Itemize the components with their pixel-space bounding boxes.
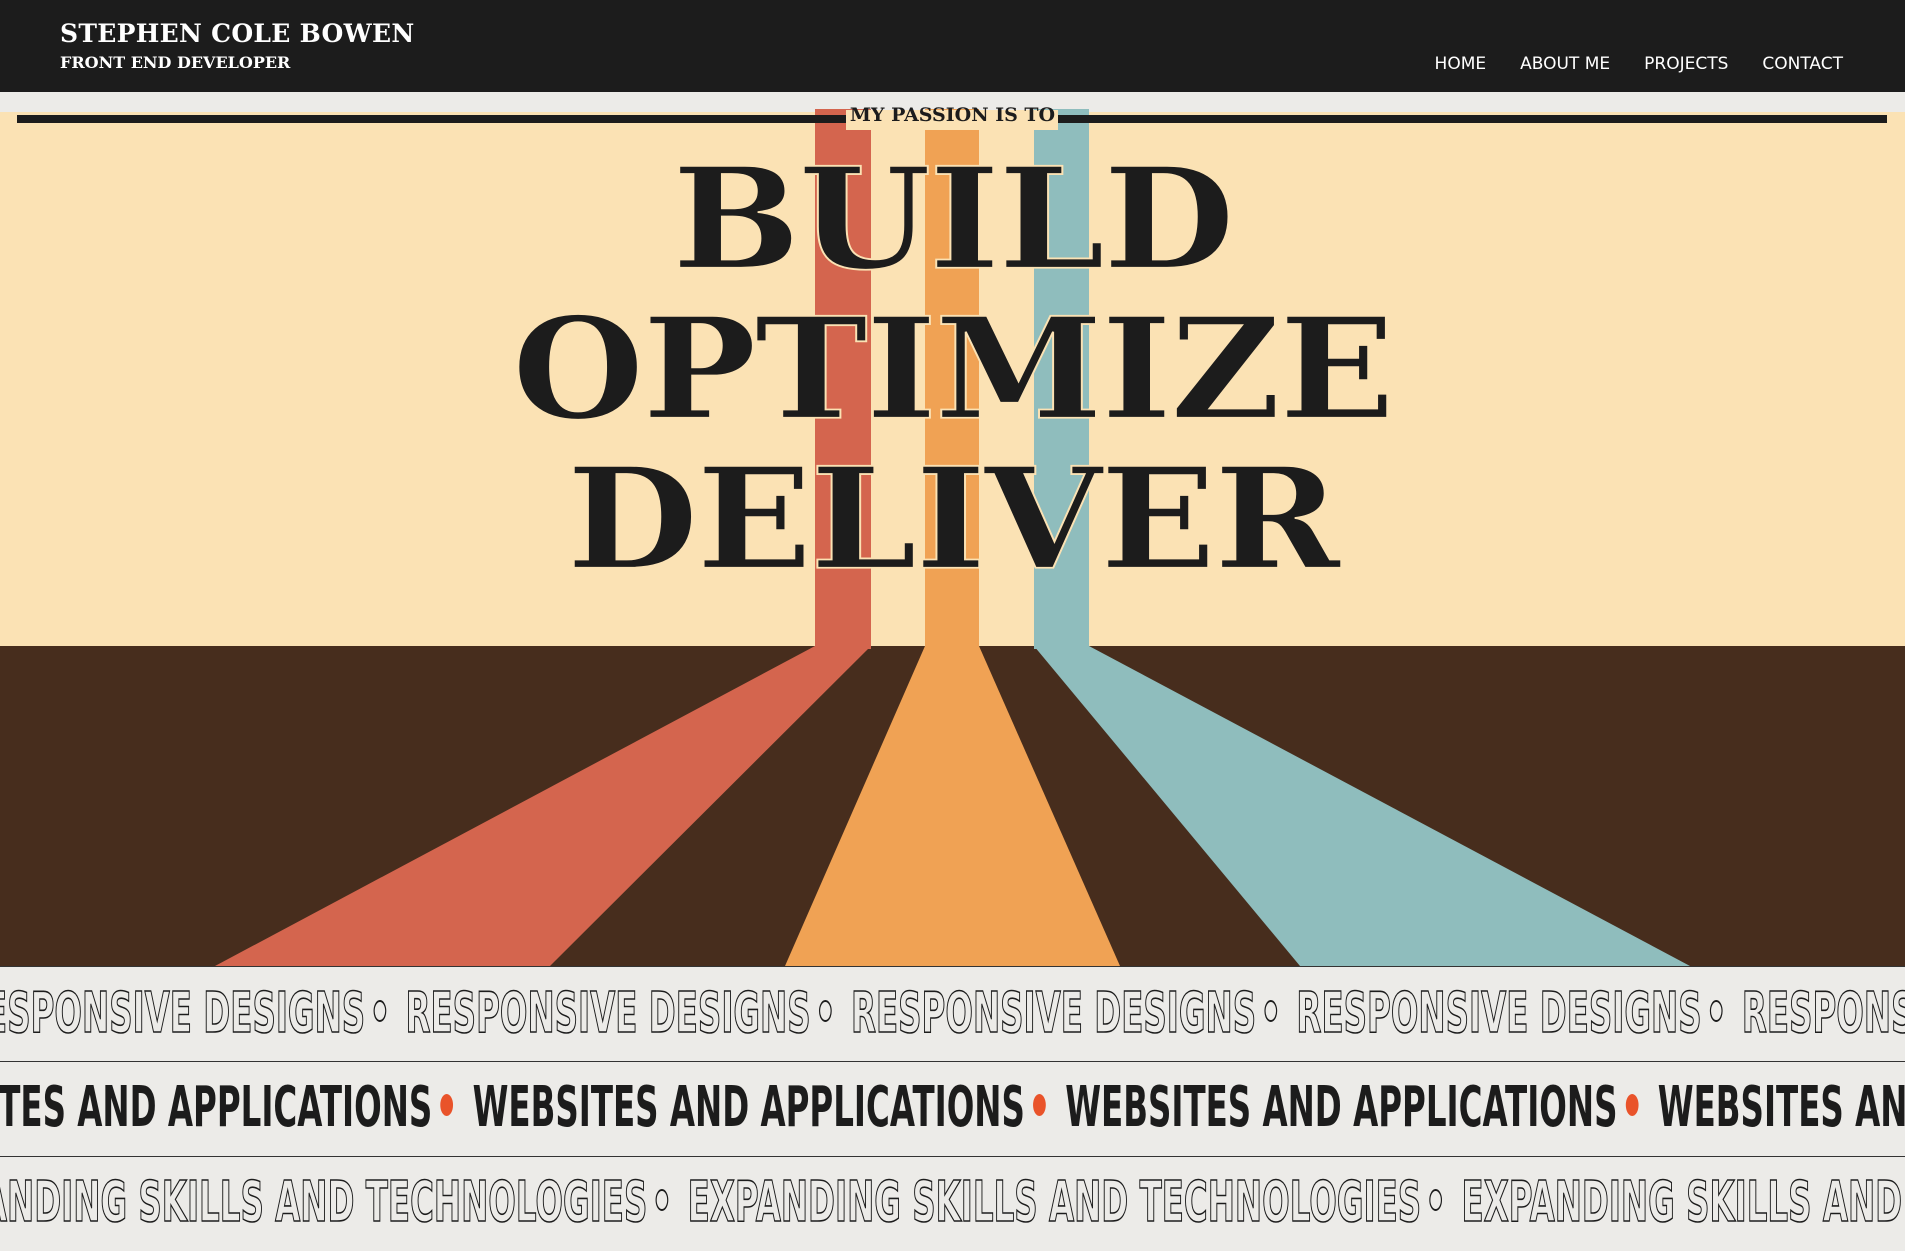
hero-word-build: BUILD [671, 136, 1236, 301]
hero-headline: BUILD OPTIMIZE DELIVER [0, 144, 1905, 594]
marquee-text: WEBSITES AND APPLICATIONS [1657, 1075, 1905, 1140]
hero-section: MY PASSION IS TO BUILD OPTIMIZE DELIVER [0, 104, 1905, 966]
divider [0, 966, 1905, 967]
hero-kicker: MY PASSION IS TO [0, 104, 1905, 126]
ring-separator-icon [1264, 999, 1277, 1022]
marquee-responsive-designs: RESPONSIVE DESIGNS RESPONSIVE DESIGNS RE… [0, 968, 1905, 1060]
marquee-websites-and-applications: WEBSITES AND APPLICATIONS WEBSITES AND A… [0, 1062, 1905, 1154]
marquee-text: EXPANDING SKILLS AND TECHNOLOGIES [1461, 1169, 1905, 1236]
hero-word-optimize: OPTIMIZE [511, 286, 1396, 451]
site-owner-name[interactable]: STEPHEN COLE BOWEN [60, 19, 415, 48]
marquee-text: EXPANDING SKILLS AND TECHNOLOGIES [687, 1169, 1422, 1236]
nav-home[interactable]: HOME [1435, 54, 1487, 74]
marquee-text: WEBSITES AND APPLICATIONS [1065, 1075, 1618, 1140]
marquee-text: EXPANDING SKILLS AND TECHNOLOGIES [0, 1169, 648, 1236]
marquee-text: RESPONSIVE DESIGNS [0, 980, 366, 1047]
marquee-text: WEBSITES AND APPLICATIONS [0, 1075, 433, 1140]
hero-word-deliver: DELIVER [566, 436, 1342, 601]
marquee-text: RESPONSIVE DESIGNS [850, 980, 1257, 1047]
ring-separator-icon [1429, 1188, 1443, 1211]
marquee-text: RESPONSIVE DESIGNS [1741, 980, 1905, 1047]
marquee-text: WEBSITES AND APPLICATIONS [472, 1075, 1025, 1140]
ring-separator-icon [1709, 999, 1723, 1022]
ring-separator-icon [373, 999, 387, 1022]
ring-separator-icon [655, 1188, 669, 1211]
marquee-expanding-skills: EXPANDING SKILLS AND TECHNOLOGIES EXPAND… [0, 1157, 1905, 1251]
brand[interactable]: STEPHEN COLE BOWEN FRONT END DEVELOPER [60, 19, 415, 72]
orange-dot-separator-icon [440, 1093, 454, 1116]
nav-contact[interactable]: CONTACT [1762, 54, 1843, 74]
ring-separator-icon [818, 999, 832, 1022]
nav-about-me[interactable]: ABOUT ME [1520, 54, 1610, 74]
site-owner-role: FRONT END DEVELOPER [60, 53, 291, 72]
orange-dot-separator-icon [1625, 1093, 1639, 1116]
marquee-text: RESPONSIVE DESIGNS [405, 980, 811, 1047]
hero-kicker-text: MY PASSION IS TO [849, 104, 1056, 126]
orange-dot-separator-icon [1033, 1093, 1046, 1116]
nav-projects[interactable]: PROJECTS [1644, 54, 1728, 74]
main-nav: HOME ABOUT ME PROJECTS CONTACT [1435, 54, 1843, 74]
marquee-text: RESPONSIVE DESIGNS [1296, 980, 1702, 1047]
site-header: STEPHEN COLE BOWEN FRONT END DEVELOPER H… [0, 0, 1905, 92]
